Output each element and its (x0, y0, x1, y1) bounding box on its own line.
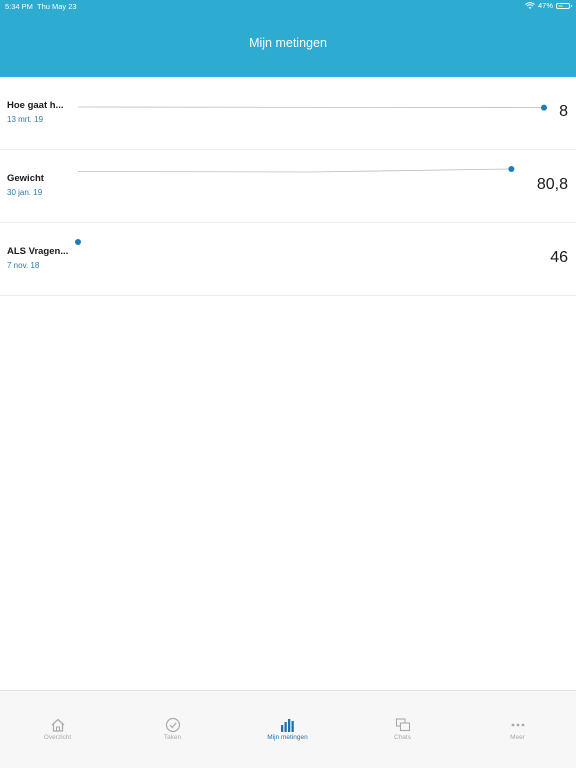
app-header: 5:34 PM Thu May 23 47% Mijn metingen (0, 0, 576, 77)
battery-icon (556, 2, 572, 9)
chat-icon (395, 718, 410, 732)
tab-taken[interactable]: Taken (115, 717, 230, 741)
tab-label: Meer (510, 734, 525, 741)
tab-label: Mijn metingen (267, 734, 308, 741)
measurement-row[interactable]: Hoe gaat h... 13 mrt. 19 8 (0, 77, 576, 150)
sparkline-dot (75, 239, 81, 245)
sparkline (75, 239, 81, 245)
tab-meer[interactable]: Meer (460, 717, 575, 741)
tab-label: Chats (394, 734, 411, 741)
measurement-label: Gewicht (7, 173, 44, 184)
status-time: 5:34 PM (5, 2, 33, 11)
status-right: 47% (525, 1, 572, 10)
tab-mijn-metingen[interactable]: Mijn metingen (230, 717, 345, 741)
measurement-list: Hoe gaat h... 13 mrt. 19 8 Gewicht 30 ja… (0, 77, 576, 296)
status-bar: 5:34 PM Thu May 23 47% (0, 0, 576, 12)
tab-chats[interactable]: Chats (345, 717, 460, 741)
home-icon (51, 718, 64, 732)
sparkline (77, 104, 547, 111)
measurement-date: 13 mrt. 19 (7, 115, 44, 124)
tab-label: Taken (163, 734, 182, 741)
measurement-row[interactable]: Gewicht 30 jan. 19 80,8 (0, 150, 576, 223)
sparkline (77, 166, 515, 173)
measurement-date: 30 jan. 19 (7, 188, 43, 197)
battery-fill (558, 4, 563, 7)
measurement-value: 80,8 (536, 176, 568, 193)
wifi-icon (525, 1, 535, 9)
measurement-row[interactable]: ALS Vragen... 7 nov. 18 46 (0, 223, 576, 296)
page-title: Mijn metingen (249, 36, 327, 50)
measurement-label: Hoe gaat h... (7, 100, 64, 111)
measurement-date: 7 nov. 18 (7, 261, 40, 270)
tab-overzicht[interactable]: Overzicht (0, 717, 115, 741)
sparkline-path (77, 168, 512, 173)
status-date: Thu May 23 (37, 2, 77, 11)
tab-bar: Overzicht Taken Mijn metingen Chats Meer (0, 690, 576, 768)
bar-chart-icon (280, 719, 294, 732)
battery-percentage: 47% (537, 1, 553, 10)
sparkline-path (77, 106, 545, 109)
tab-label: Overzicht (43, 734, 72, 741)
check-circle-icon (165, 717, 180, 733)
sparkline-dot (508, 166, 515, 172)
more-icon (511, 723, 524, 727)
measurement-value: 46 (550, 249, 568, 266)
measurement-value: 8 (559, 103, 568, 120)
sparkline-dot (541, 104, 547, 111)
measurement-label: ALS Vragen... (7, 246, 69, 257)
